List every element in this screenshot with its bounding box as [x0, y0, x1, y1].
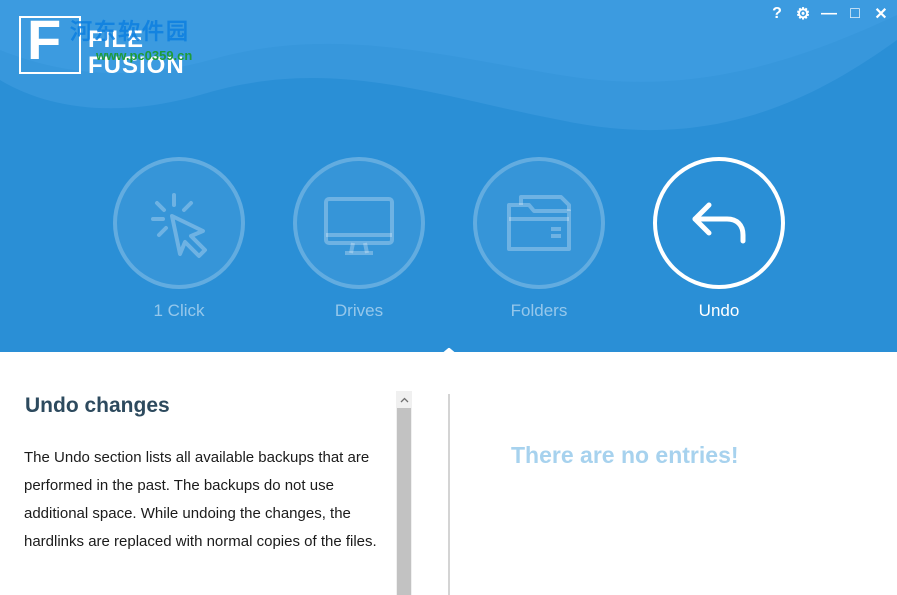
folder-icon [507, 195, 571, 251]
nav-item-drives[interactable]: Drives [293, 157, 425, 321]
nav-item-undo[interactable]: Undo [653, 157, 785, 321]
close-button[interactable]: ✕ [871, 4, 891, 24]
watermark-text: 河东软件园 [70, 19, 191, 44]
nav-label: Folders [510, 301, 568, 320]
scroll-up-icon [400, 397, 408, 402]
section-description: The Undo section lists all available bac… [24, 449, 377, 550]
help-button[interactable]: ? [767, 4, 787, 24]
window-controls: ? ⚙ — □ ✕ [767, 4, 897, 26]
content-area: Undo changes The Undo section lists all … [0, 352, 897, 595]
main-nav: 1 Click Drives Folders Undo [0, 157, 897, 327]
minimize-icon: — [821, 5, 837, 22]
close-icon: ✕ [874, 6, 888, 23]
empty-entries-message: There are no entries! [511, 442, 739, 468]
description-scrollbar[interactable] [396, 391, 412, 595]
nav-circle [473, 157, 605, 289]
maximize-icon: □ [850, 5, 860, 22]
section-title: Undo changes [25, 394, 170, 417]
watermark-url: www.pc0359.cn [96, 48, 193, 63]
monitor-icon [324, 197, 394, 255]
scroll-up-button[interactable] [396, 391, 412, 408]
help-icon: ? [772, 5, 782, 22]
settings-button[interactable]: ⚙ [793, 4, 813, 24]
nav-item-1-click[interactable]: 1 Click [113, 157, 245, 321]
undo-arrow-icon [692, 202, 746, 244]
gear-icon: ⚙ [795, 6, 811, 23]
minimize-button[interactable]: — [819, 4, 839, 24]
nav-label: Drives [334, 301, 384, 320]
logo-letter: F [27, 8, 62, 71]
maximize-button[interactable]: □ [845, 4, 865, 24]
scroll-thumb[interactable] [397, 408, 411, 595]
nav-circle [113, 157, 245, 289]
nav-circle [293, 157, 425, 289]
nav-label: 1 Click [153, 301, 205, 320]
nav-label: Undo [698, 301, 740, 320]
nav-item-folders[interactable]: Folders [473, 157, 605, 321]
header-panel: F FILE FUSION 河东软件园 www.pc0359.cn ? ⚙ — … [0, 0, 897, 352]
cursor-click-icon [151, 193, 207, 258]
panel-divider [448, 394, 450, 595]
nav-circle [653, 157, 785, 289]
